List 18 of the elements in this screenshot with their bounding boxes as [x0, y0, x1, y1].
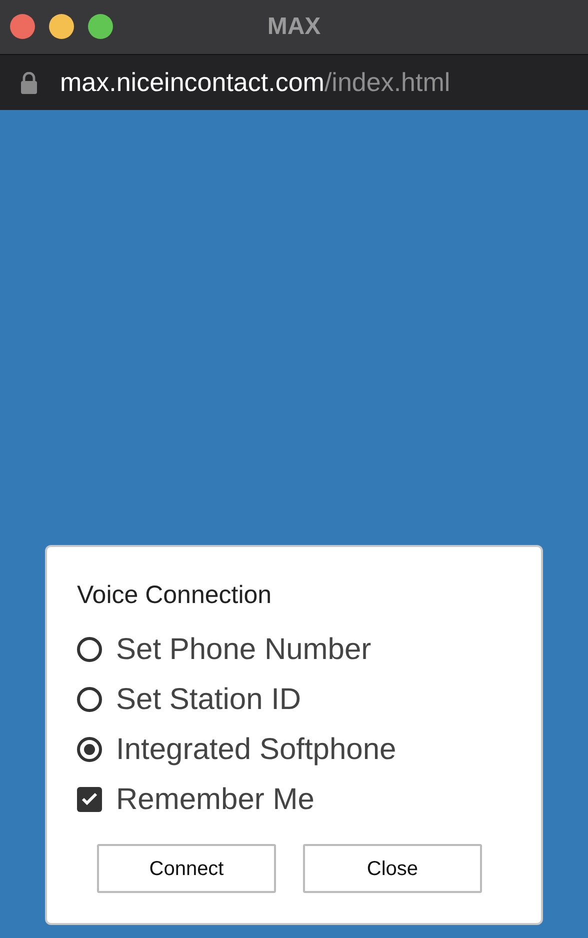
- maximize-icon[interactable]: [88, 14, 113, 39]
- radio-option[interactable]: Integrated Softphone: [77, 724, 511, 774]
- check-icon: [81, 792, 98, 806]
- radio-icon[interactable]: [77, 636, 102, 662]
- window-title: MAX: [267, 12, 321, 42]
- dialog-title: Voice Connection: [77, 580, 273, 610]
- minimize-icon[interactable]: [49, 14, 74, 39]
- radio-option[interactable]: Set Station ID: [77, 674, 511, 724]
- checkbox-option[interactable]: Remember Me: [77, 774, 511, 824]
- radio-option[interactable]: Set Phone Number: [77, 624, 511, 674]
- close-button[interactable]: Close: [303, 844, 482, 893]
- checkbox[interactable]: [77, 786, 102, 812]
- lock-icon: [20, 72, 38, 94]
- url-text[interactable]: max.niceincontact.com/index.html: [60, 63, 450, 102]
- close-icon[interactable]: [10, 14, 35, 39]
- radio-icon[interactable]: [77, 736, 102, 762]
- connect-button[interactable]: Connect: [97, 844, 276, 893]
- radio-icon[interactable]: [77, 686, 102, 712]
